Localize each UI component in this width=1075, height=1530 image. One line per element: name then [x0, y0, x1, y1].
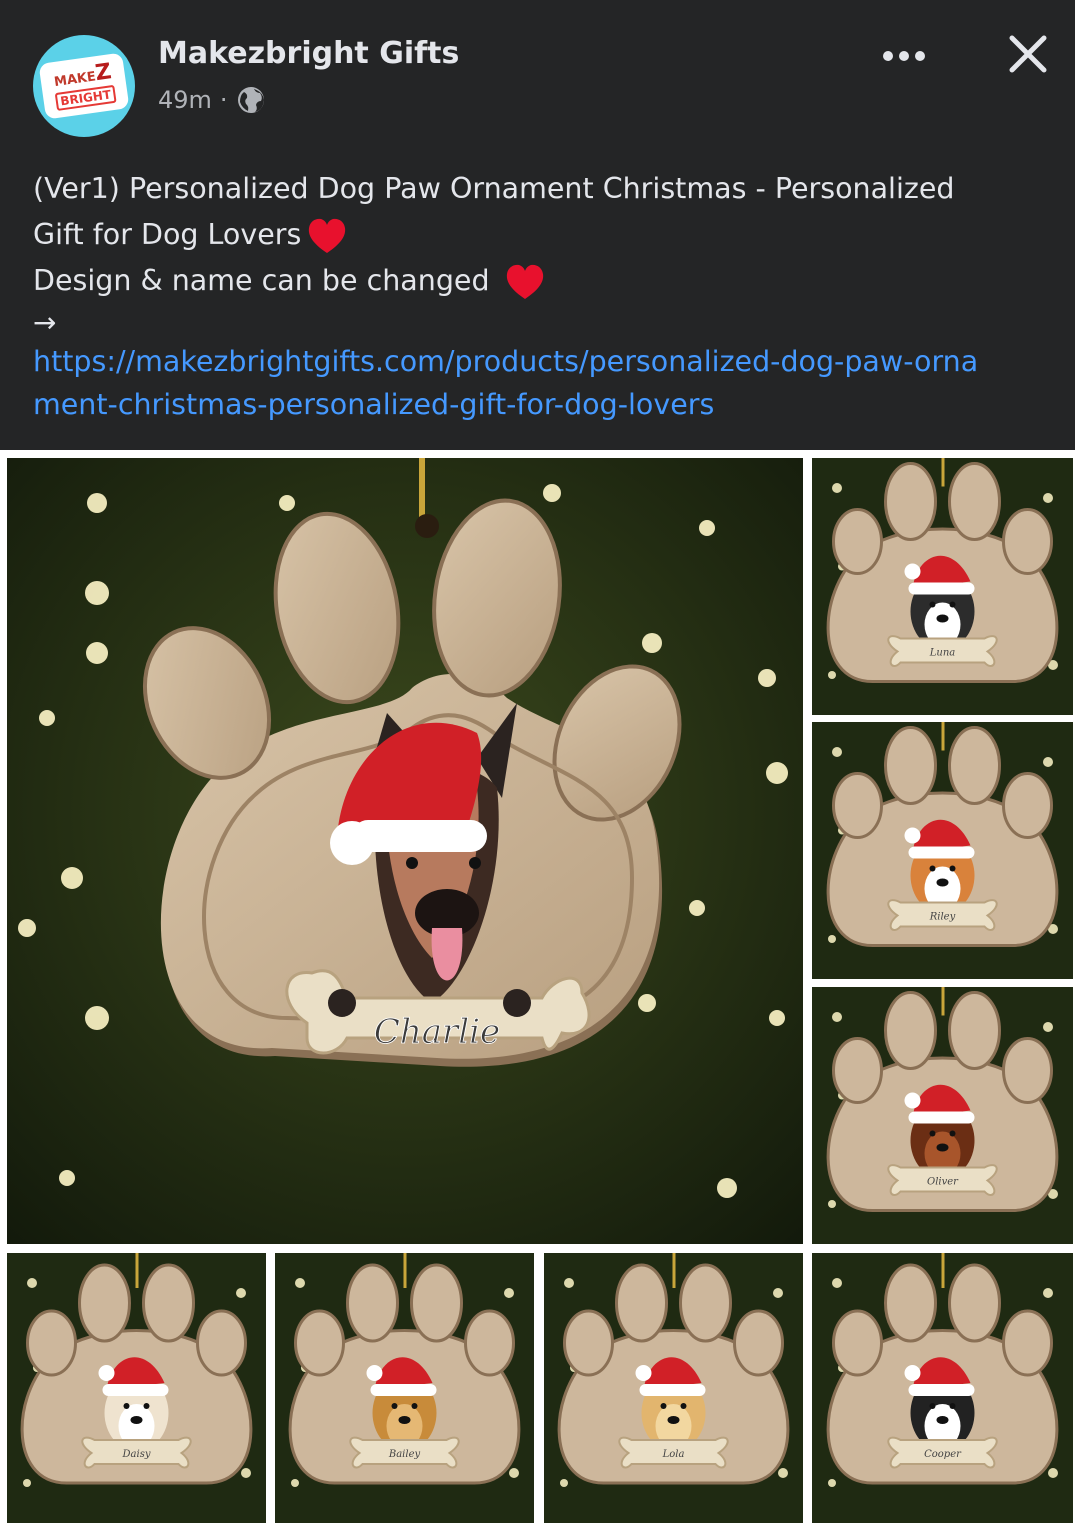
- thumbnail-photo-dachshund[interactable]: Oliver: [812, 987, 1073, 1244]
- brand-logo: MAKEZ BRIGHT: [38, 52, 130, 120]
- thumbnail-name-text: Lola: [662, 1449, 685, 1460]
- post-meta: 49m ·: [158, 85, 266, 115]
- thumbnail-name-text: Oliver: [927, 1177, 959, 1188]
- ornament-name-text: Charlie: [374, 1012, 500, 1052]
- product-link[interactable]: https://makezbrightgifts.com/products/pe…: [33, 340, 1063, 426]
- post-time[interactable]: 49m: [158, 86, 212, 114]
- thumbnail-photo-labrador[interactable]: Daisy: [7, 1253, 266, 1523]
- thumbnail-photo-goldendoodle[interactable]: Lola: [544, 1253, 803, 1523]
- arrow-text: →: [33, 306, 57, 339]
- main-photo[interactable]: Charlie: [7, 458, 803, 1244]
- thumbnail-name-text: Riley: [929, 912, 956, 923]
- page-avatar[interactable]: MAKEZ BRIGHT: [33, 35, 135, 137]
- post-header: MAKEZ BRIGHT Makezbright Gifts 49m · (Ve…: [0, 0, 1075, 450]
- globe-icon: [237, 87, 264, 113]
- photo-gallery: Charlie Luna Riley Oliver Daisy Bailey L…: [0, 450, 1075, 1530]
- page-name-link[interactable]: Makezbright Gifts: [158, 36, 459, 71]
- heart-emoji-icon: [309, 218, 346, 253]
- product-link-line-1: https://makezbrightgifts.com/products/pe…: [33, 345, 979, 378]
- close-icon[interactable]: [1004, 30, 1052, 78]
- thumbnail-name-text: Cooper: [924, 1449, 962, 1460]
- thumbnail-name-text: Bailey: [388, 1449, 421, 1460]
- more-options-icon[interactable]: [878, 36, 930, 76]
- caption-line-2: Gift for Dog Lovers: [33, 212, 1053, 258]
- heart-emoji-icon: [506, 264, 543, 299]
- thumbnail-name-text: Daisy: [122, 1449, 151, 1460]
- caption-line-1: (Ver1) Personalized Dog Paw Ornament Chr…: [33, 172, 955, 205]
- thumbnail-name-text: Luna: [929, 648, 956, 659]
- thumbnail-photo-husky[interactable]: Luna: [812, 458, 1073, 715]
- thumbnail-photo-corgi[interactable]: Riley: [812, 722, 1073, 979]
- thumbnail-photo-french-bulldog[interactable]: Cooper: [812, 1253, 1073, 1523]
- post-caption: (Ver1) Personalized Dog Paw Ornament Chr…: [33, 166, 1053, 304]
- caption-line-3: Design & name can be changed: [33, 258, 1053, 304]
- meta-separator: ·: [219, 86, 228, 114]
- thumbnail-photo-golden-retriever[interactable]: Bailey: [275, 1253, 534, 1523]
- product-link-line-2: ment-christmas-personalized-gift-for-dog…: [33, 388, 715, 421]
